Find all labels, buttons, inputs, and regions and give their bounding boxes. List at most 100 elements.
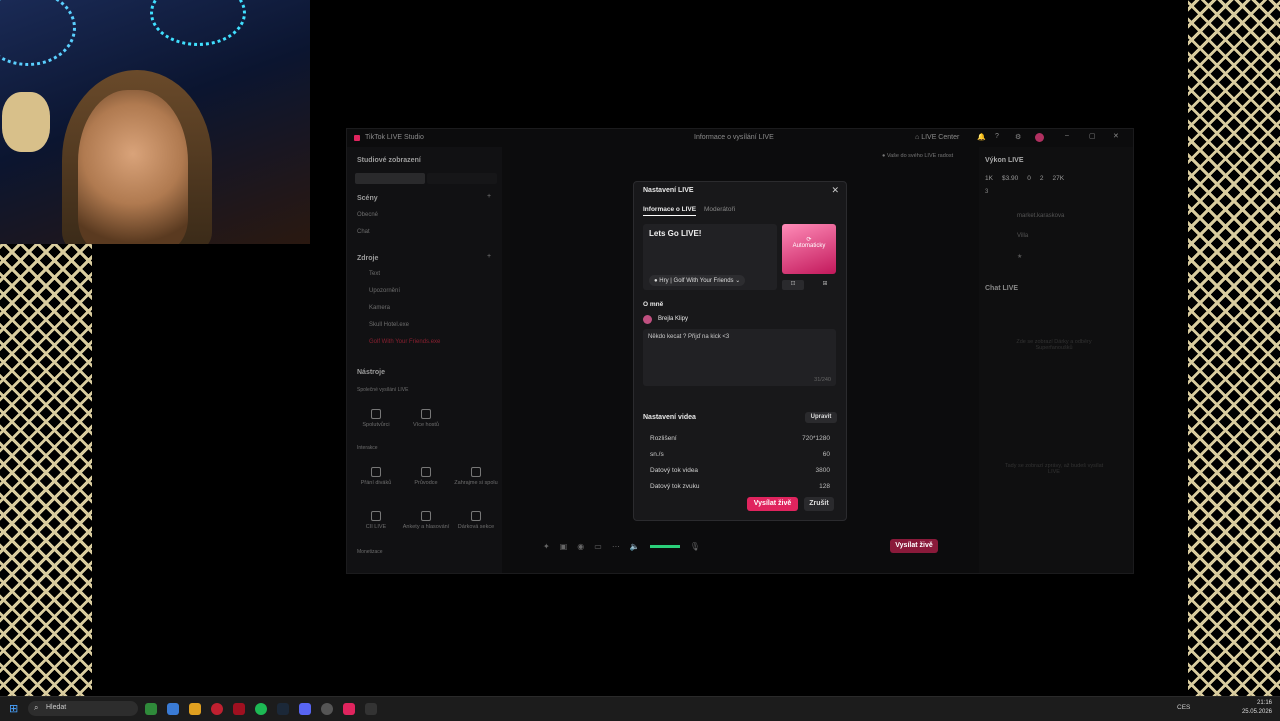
search-icon: ⌕ xyxy=(34,703,39,712)
image-gallery-icon[interactable]: ⊞ xyxy=(814,280,836,290)
image-upload-icon[interactable]: ⊡ xyxy=(782,280,804,290)
collaborators-tool[interactable]: Spolutvůrci xyxy=(352,409,400,428)
tool-label: CII LIVE xyxy=(365,524,387,530)
right-panel: Výkon LIVE 1K $3.90 0 2 27K 3 market.kar… xyxy=(979,147,1133,573)
close-window-button[interactable]: ✕ xyxy=(1113,132,1119,140)
decorative-border-right xyxy=(1188,0,1280,696)
tab-live-info[interactable]: Informace o LIVE xyxy=(643,206,697,216)
cancel-button[interactable]: Zrušit xyxy=(804,497,834,511)
obs-icon[interactable] xyxy=(321,703,333,715)
help-icon[interactable]: ? xyxy=(995,133,999,140)
windows-taskbar: ⊞ ⌕ Hledat CES 21:16 25.05.2026 xyxy=(0,696,1280,721)
language-indicator[interactable]: CES xyxy=(1177,704,1190,711)
play-together-tool[interactable]: Zahrajme si spolu xyxy=(452,467,500,486)
more-icon[interactable]: ⋯ xyxy=(612,542,620,551)
tab-moderators[interactable]: Moderátoři xyxy=(704,206,735,213)
close-icon[interactable]: ✕ xyxy=(831,185,839,196)
clock-time[interactable]: 21:16 xyxy=(1236,700,1272,706)
app-icon[interactable] xyxy=(233,703,245,715)
discord-icon[interactable] xyxy=(299,703,311,715)
gifts-empty-text: Zde se zobrazí Dárky a odběry Superfanou… xyxy=(1016,339,1092,351)
user-avatar xyxy=(643,315,652,324)
settings-icon[interactable]: ⚙ xyxy=(1015,133,1021,141)
sources-header: Zdroje xyxy=(357,255,379,262)
source-item[interactable]: Golf With Your Friends.exe xyxy=(369,339,440,345)
go-live-button[interactable]: Vysílat živě xyxy=(747,497,798,511)
group-icon xyxy=(471,467,481,477)
bell-icon[interactable]: 🔔 xyxy=(977,133,986,141)
tool-label: Spolutvůrci xyxy=(362,422,390,428)
cii-live-tool[interactable]: CII LIVE xyxy=(352,511,400,530)
scene-item[interactable]: Chat xyxy=(357,229,370,235)
taskbar-search[interactable]: ⌕ Hledat xyxy=(28,701,138,716)
layout-icon[interactable]: ▣ xyxy=(560,542,568,551)
tool-label: Dárková sekce xyxy=(457,524,495,530)
start-button[interactable]: ⊞ xyxy=(9,702,18,715)
hint-label: Vaše do svého LIVE radost xyxy=(886,153,954,159)
viewer-name[interactable]: market.karaskova xyxy=(1017,213,1064,219)
source-item[interactable]: Text xyxy=(369,271,380,277)
window-center-title: Informace o vysílání LIVE xyxy=(694,134,774,141)
xbox-icon[interactable] xyxy=(145,703,157,715)
chat-title: Chat LIVE xyxy=(985,285,1019,292)
live-center-label: LIVE Center xyxy=(921,134,960,141)
camera-icon[interactable]: ◉ xyxy=(577,542,584,551)
polls-tool[interactable]: Ankety a hlasování xyxy=(402,511,450,530)
avatar[interactable] xyxy=(1035,133,1044,142)
spotify-icon[interactable] xyxy=(255,703,267,715)
scene-item[interactable]: Obecné xyxy=(357,212,378,218)
stat-viewers: 1K xyxy=(985,175,993,182)
guide-tool[interactable]: Průvodce xyxy=(402,467,450,486)
magic-icon[interactable]: ✦ xyxy=(543,542,550,551)
volume-icon[interactable]: 🔈 xyxy=(630,542,640,551)
live-title-field[interactable]: Lets Go LIVE! ● Hry | Golf With Your Fri… xyxy=(643,224,777,290)
steam-icon[interactable] xyxy=(277,703,289,715)
clock-date[interactable]: 25.05.2026 xyxy=(1236,709,1272,715)
book-icon xyxy=(421,467,431,477)
minimize-button[interactable]: – xyxy=(1065,132,1069,139)
opera-icon[interactable] xyxy=(211,703,223,715)
video-settings-header: Nastavení videa xyxy=(643,414,696,421)
scenes-header: Scény xyxy=(357,195,378,202)
go-live-toolbar-button[interactable]: Vysílat živě xyxy=(890,539,938,553)
viewer-name[interactable]: Villa xyxy=(1017,233,1028,239)
viewer-wishes-tool[interactable]: Přání diváků xyxy=(352,467,400,486)
tiktok-live-icon[interactable] xyxy=(343,703,355,715)
gift-icon xyxy=(471,511,481,521)
poll-icon xyxy=(421,511,431,521)
category-select[interactable]: ● Hry | Golf With Your Friends ⌄ xyxy=(649,275,746,286)
viewer-name[interactable]: ★ xyxy=(1017,253,1022,260)
stat-followers: 2 xyxy=(1039,175,1044,182)
maximize-button[interactable]: ▢ xyxy=(1089,132,1096,140)
tool-label: Zahrajme si spolu xyxy=(454,480,498,486)
add-scene-icon[interactable]: + xyxy=(487,193,491,200)
folder-icon[interactable] xyxy=(189,703,201,715)
multi-guest-tool[interactable]: Více hostů xyxy=(402,409,450,428)
bio-textarea[interactable]: Někdo kecat ? Přijď na kick <3 31/240 xyxy=(643,329,836,386)
tool-label: Přání diváků xyxy=(360,480,392,486)
source-item[interactable]: Kamera xyxy=(369,305,390,311)
app-icon[interactable] xyxy=(365,703,377,715)
gift-section-tool[interactable]: Dárková sekce xyxy=(452,511,500,530)
add-source-icon[interactable]: + xyxy=(487,253,491,260)
live-settings-modal: Nastavení LIVE ✕ Informace o LIVE Moderá… xyxy=(633,181,847,521)
chat-empty-text: Tady se zobrazí zprávy, až budeš vysílat… xyxy=(1004,463,1104,475)
edit-button[interactable]: Upravit xyxy=(805,412,837,423)
setting-value: 3800 xyxy=(815,467,830,474)
people-icon xyxy=(421,409,431,419)
string-lights xyxy=(150,0,246,46)
bottom-toolbar: ✦ ▣ ◉ ▭ ⋯ 🔈 🎙 xyxy=(543,537,943,555)
studio-view-dropdown[interactable]: Studiové zobrazení xyxy=(357,157,421,164)
source-item[interactable]: Skull Hotel.exe xyxy=(369,322,409,328)
mic-icon[interactable]: 🎙 xyxy=(690,542,700,551)
tools-subheader: Interakce xyxy=(357,445,378,451)
landscape-mode-toggle[interactable] xyxy=(427,173,497,184)
volume-meter[interactable] xyxy=(649,544,680,548)
webcam-overlay xyxy=(0,0,310,244)
cover-image[interactable]: ⟳ Automaticky xyxy=(782,224,836,274)
portrait-mode-toggle[interactable] xyxy=(355,173,425,184)
source-item[interactable]: Upozornění xyxy=(369,288,400,294)
chrome-icon[interactable] xyxy=(167,703,179,715)
live-center-link[interactable]: ⌂ LIVE Center xyxy=(915,134,959,141)
screen-icon[interactable]: ▭ xyxy=(594,542,602,551)
